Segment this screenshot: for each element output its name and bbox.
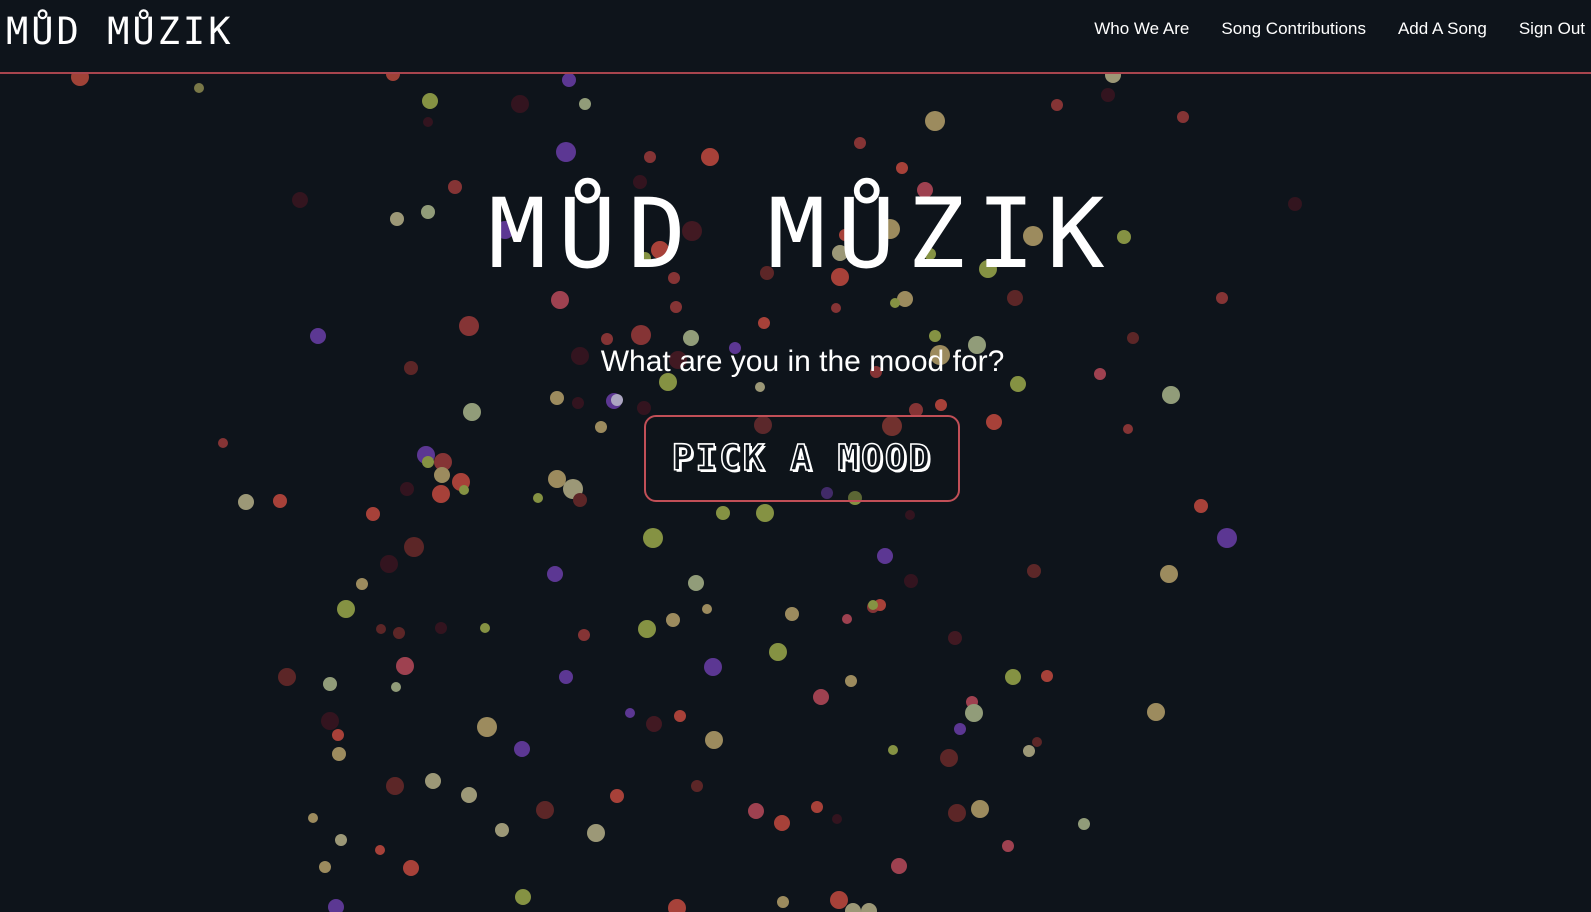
nav-link-sign-out[interactable]: Sign Out [1519,19,1585,39]
pick-a-mood-label: PICK A MOOD [671,437,933,480]
navbar: MŮD MŮZIK Who We Are Song Contributions … [0,0,1591,74]
nav-link-add-a-song[interactable]: Add A Song [1398,19,1487,39]
hero-section: MŮD MŮZIK What are you in the mood for? … [0,0,1591,912]
nav-link-song-contributions[interactable]: Song Contributions [1221,19,1366,39]
page: MŮD MŮZIK What are you in the mood for? … [0,0,1591,912]
hero-title: MŮD MŮZIK [488,178,1117,290]
hero-subtitle: What are you in the mood for? [600,345,1005,378]
nav-link-who-we-are[interactable]: Who We Are [1094,19,1189,39]
brand-logo[interactable]: MŮD MŮZIK [6,10,233,53]
nav-links: Who We Are Song Contributions Add A Song… [1094,19,1585,39]
pick-a-mood-button[interactable]: PICK A MOOD [644,415,960,502]
